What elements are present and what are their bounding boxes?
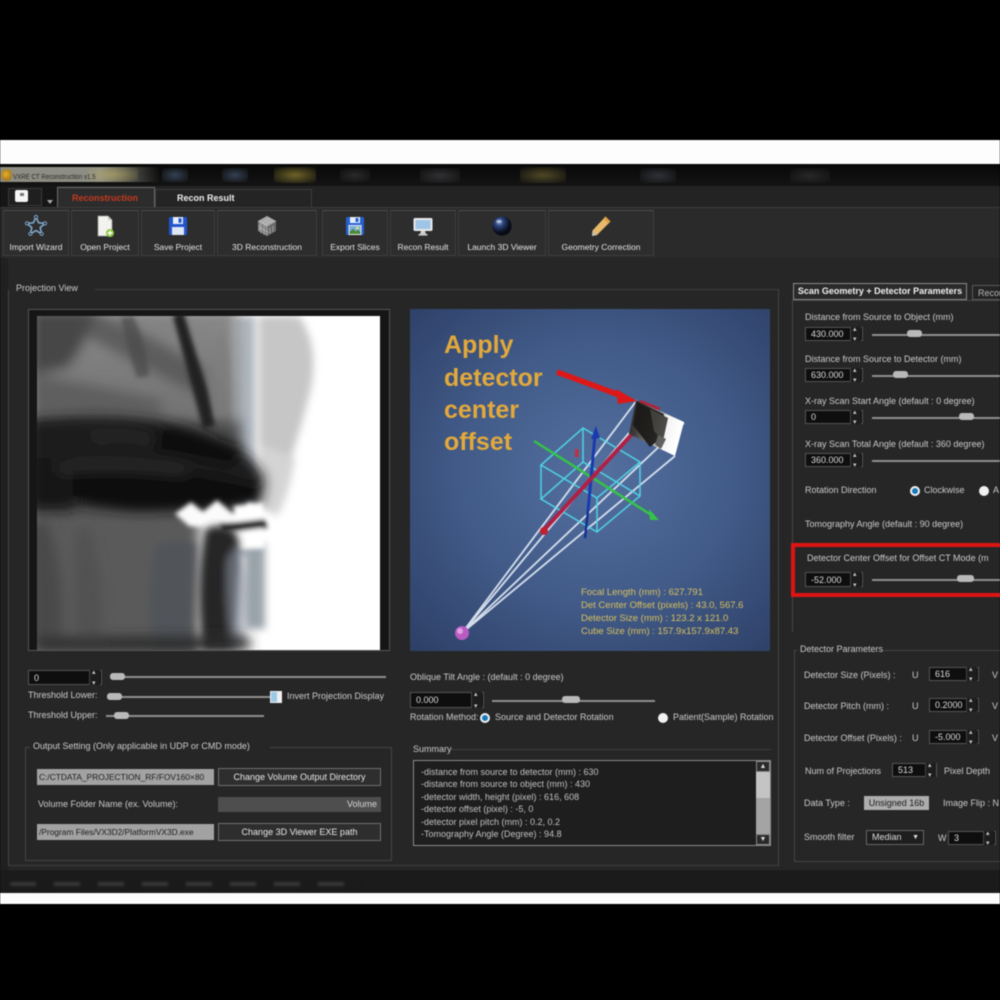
svg-text:offset: offset <box>444 428 513 456</box>
svg-text:Det Center Offset (pixels) : 4: Det Center Offset (pixels) : 43.0, 567.6 <box>581 600 743 611</box>
svg-text:Apply: Apply <box>444 331 514 359</box>
svg-text:center: center <box>444 396 519 424</box>
svg-text:Detector Size (mm) : 123.2 x 1: Detector Size (mm) : 123.2 x 121.0 <box>581 613 728 624</box>
svg-text:Cube Size (mm) : 157.9x157.9x8: Cube Size (mm) : 157.9x157.9x87.43 <box>581 626 738 637</box>
svg-text:detector: detector <box>444 364 543 392</box>
svg-text:Focal Length (mm) : 627.791: Focal Length (mm) : 627.791 <box>581 587 703 598</box>
